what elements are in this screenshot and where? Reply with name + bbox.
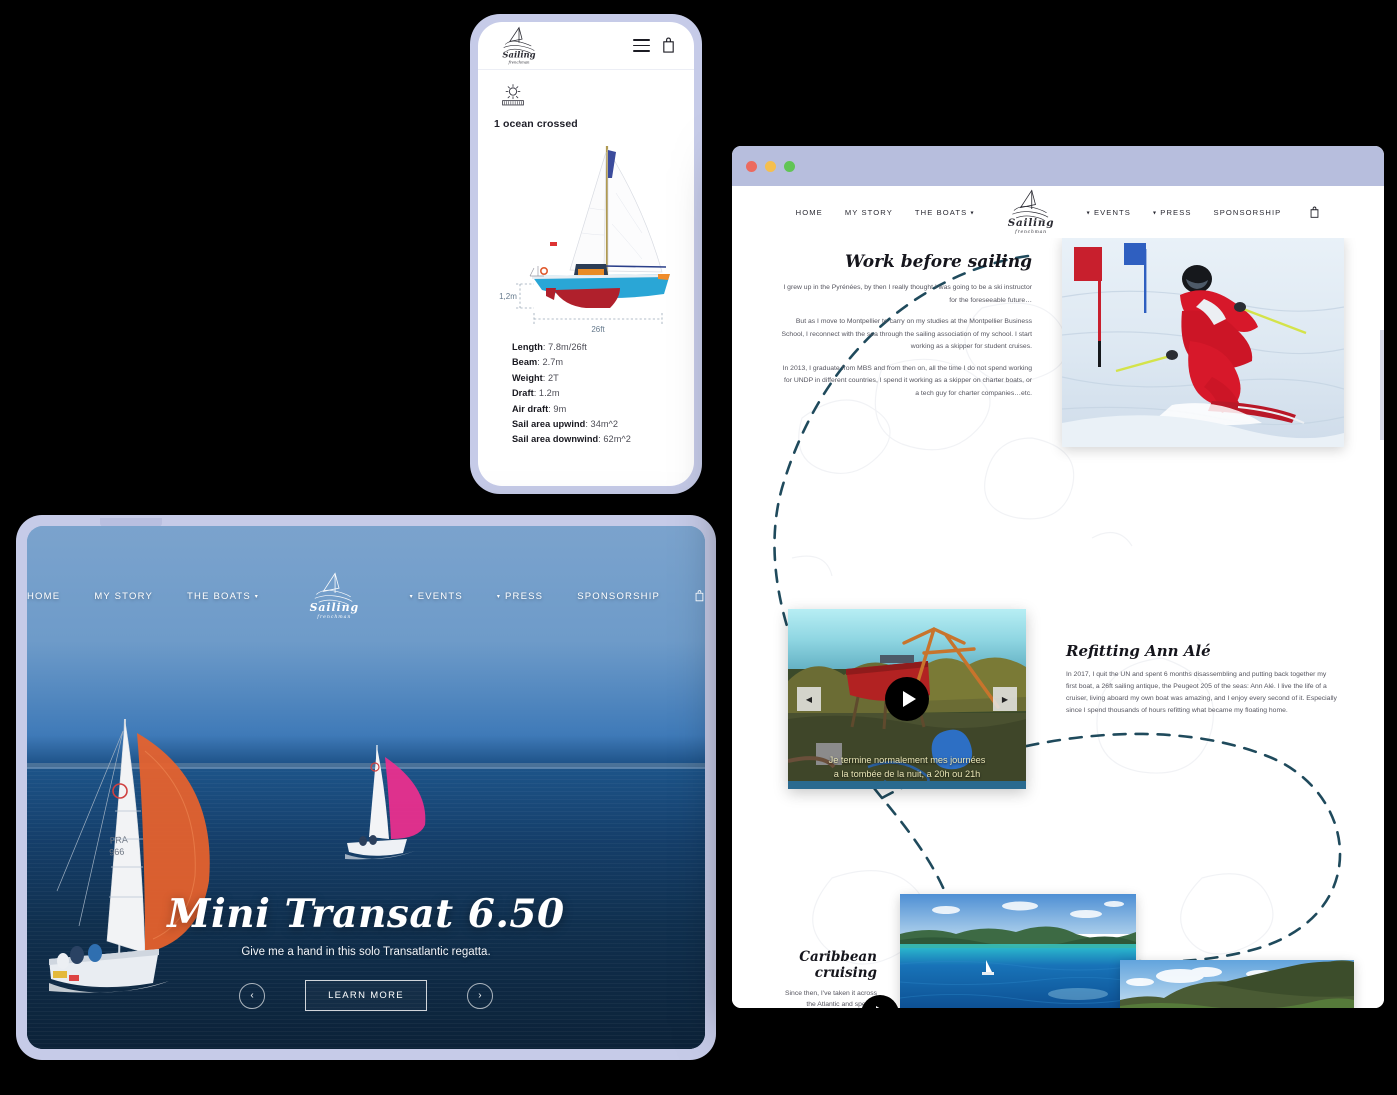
hero-subtitle: Give me a hand in this solo Transatlanti… xyxy=(241,946,491,958)
spec-item: Sail area downwind: 62m^2 xyxy=(512,434,631,445)
chevron-down-icon: ▾ xyxy=(1086,210,1091,216)
hamburger-icon[interactable] xyxy=(633,39,650,52)
svg-text:FRA: FRA xyxy=(109,834,128,845)
learn-more-button[interactable]: LEARN MORE xyxy=(305,980,427,1011)
browser-titlebar xyxy=(732,146,1384,186)
tablet-screen: FRA 966 HOME MY STORY THE BOATS ▾ Sailin… xyxy=(27,526,705,1049)
chevron-down-icon: ▾ xyxy=(970,210,975,216)
nav-item-press[interactable]: ▾ PRESS xyxy=(497,591,543,602)
chevron-left-icon[interactable]: ‹ xyxy=(239,982,266,1009)
subtitle-line-1: Je termine normalement mes journées xyxy=(828,755,986,766)
phone-content: 1 ocean crossed 1,2m 26ft Length: 7.8m/2… xyxy=(478,70,694,444)
draft-dimension-label: 1,2m xyxy=(499,292,517,301)
slider-left-arrow[interactable]: ◀ xyxy=(797,687,821,711)
section-title-line-1: Caribbean xyxy=(799,949,877,965)
nav-item-home[interactable]: HOME xyxy=(27,591,60,602)
spec-item: Length: 7.8m/26ft xyxy=(512,342,587,352)
section-title: Caribbean cruising xyxy=(782,949,877,981)
phone-navbar: Sailing frenchman xyxy=(478,22,694,70)
page-scrollbar[interactable] xyxy=(1380,330,1384,440)
tablet-navbar: HOME MY STORY THE BOATS ▾ Sailing french… xyxy=(27,564,705,628)
paragraph: In 2017, I quit the UN and spent 6 month… xyxy=(1066,671,1337,715)
chevron-down-icon: ▾ xyxy=(496,593,502,600)
brand-logo-icon[interactable]: Sailing frenchman xyxy=(496,26,542,66)
slider-right-arrow[interactable]: ▶ xyxy=(993,687,1017,711)
svg-text:frenchman: frenchman xyxy=(316,614,351,620)
nav-item-events[interactable]: ▾ EVENTS xyxy=(1087,208,1131,217)
nav-item-events[interactable]: ▾ EVENTS xyxy=(410,591,463,602)
hero-controls: ‹ LEARN MORE › xyxy=(27,980,705,1011)
nav-item-sponsorship[interactable]: SPONSORSHIP xyxy=(577,591,660,602)
nav-item-my-story[interactable]: MY STORY xyxy=(845,208,893,217)
brand-logo-icon[interactable]: Sailing frenchman xyxy=(1005,188,1057,236)
tablet-mockup: FRA 966 HOME MY STORY THE BOATS ▾ Sailin… xyxy=(16,515,716,1060)
nav-item-home[interactable]: HOME xyxy=(796,208,823,217)
chevron-down-icon: ▾ xyxy=(409,593,414,600)
section-title-line-2: cruising xyxy=(814,964,877,981)
nav-item-the-boats[interactable]: THE BOATS ▾ xyxy=(187,591,259,602)
chevron-down-icon: ▾ xyxy=(1152,210,1158,216)
phone-nav-icons xyxy=(633,37,676,54)
video-card-refit[interactable]: ◀ ▶ Je termine normalement mes journées … xyxy=(788,609,1026,789)
svg-text:Sailing: Sailing xyxy=(1007,217,1054,229)
ski-photo xyxy=(1062,238,1344,447)
nav-item-my-story[interactable]: MY STORY xyxy=(94,591,153,602)
hero-title: Mini Transat 6.50 xyxy=(167,891,565,937)
caribbean-photo-2 xyxy=(1120,960,1354,1008)
nav-item-sponsorship[interactable]: SPONSORSHIP xyxy=(1214,208,1282,217)
svg-text:966: 966 xyxy=(109,846,125,857)
boat-diagram: 1,2m 26ft xyxy=(494,138,678,334)
chevron-right-icon[interactable]: › xyxy=(466,982,493,1009)
spec-item: Weight: 2T xyxy=(512,372,559,383)
svg-text:Sailing: Sailing xyxy=(310,601,359,614)
minimize-button[interactable] xyxy=(765,160,776,172)
chevron-down-icon: ▾ xyxy=(254,593,260,600)
caribbean-photo-1 xyxy=(900,894,1136,1008)
paragraph: I grew up in the Pyrénées, by then I rea… xyxy=(783,284,1032,304)
spec-item: Draft: 1.2m xyxy=(512,388,560,399)
nav-item-press[interactable]: ▾ PRESS xyxy=(1153,208,1192,217)
spec-item: Sail area upwind: 34m^2 xyxy=(512,418,619,429)
length-dimension-label: 26ft xyxy=(591,325,605,334)
desktop-navbar: HOME MY STORY THE BOATS ▾ Sailing french… xyxy=(732,186,1384,238)
paragraph: In 2013, I graduate from MBS and from th… xyxy=(782,364,1032,397)
section-title: Work before sailing xyxy=(845,252,1032,272)
shopping-bag-icon[interactable] xyxy=(694,588,705,604)
spec-item: Air draft: 9m xyxy=(512,403,567,414)
svg-text:frenchman: frenchman xyxy=(1014,230,1047,235)
section-work-before-sailing: Work before sailing I grew up in the Pyr… xyxy=(780,252,1033,410)
section-caribbean-cruising: Caribbean cruising Since then, I've take… xyxy=(782,949,877,1008)
spec-item: Beam: 2.7m xyxy=(512,357,564,368)
brand-logo-icon[interactable]: Sailing frenchman xyxy=(307,564,362,628)
phone-mockup: Sailing frenchman 1 ocean crossed 1,2m 2… xyxy=(470,14,702,494)
hero-content: Mini Transat 6.50 Give me a hand in this… xyxy=(27,891,705,1011)
close-button[interactable] xyxy=(746,160,757,172)
sun-horizon-icon xyxy=(502,84,524,106)
video-subtitle: Je termine normalement mes journées a la… xyxy=(788,754,1026,781)
paragraph: But as I move to Montpellier to carry on… xyxy=(781,318,1033,351)
sailboat-pink-spinnaker xyxy=(345,744,426,860)
svg-text:frenchman: frenchman xyxy=(508,59,530,64)
section-title: Refitting Ann Alé xyxy=(1066,642,1211,660)
nav-item-the-boats[interactable]: THE BOATS ▾ xyxy=(915,208,975,217)
shopping-bag-icon[interactable] xyxy=(661,37,676,54)
svg-text:Sailing: Sailing xyxy=(502,49,535,59)
maximize-button[interactable] xyxy=(784,160,795,172)
desktop-browser-mockup: HOME MY STORY THE BOATS ▾ Sailing french… xyxy=(732,146,1384,1008)
play-icon[interactable] xyxy=(885,677,929,721)
desktop-page-body: Work before sailing I grew up in the Pyr… xyxy=(732,238,1384,1008)
section-refitting-ann-ale: Refitting Ann Alé In 2017, I quit the UN… xyxy=(1066,642,1338,717)
phone-stat-line: 1 ocean crossed xyxy=(494,118,578,130)
subtitle-line-2: a la tombée de la nuit, a 20h ou 21h xyxy=(833,768,981,779)
shopping-bag-icon[interactable] xyxy=(1309,206,1320,219)
boat-specs-list: Length: 7.8m/26ft Beam: 2.7m Weight: 2T … xyxy=(494,342,678,444)
phone-screen: Sailing frenchman 1 ocean crossed 1,2m 2… xyxy=(478,22,694,486)
